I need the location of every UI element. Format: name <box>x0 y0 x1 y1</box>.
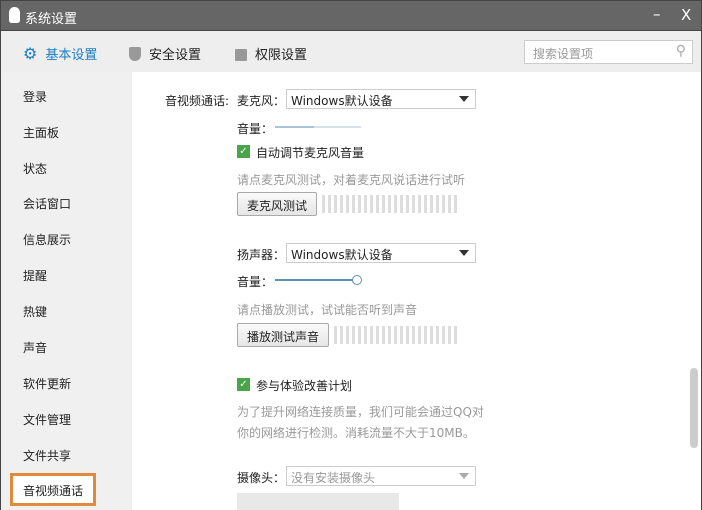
mic-select[interactable]: Windows默认设备 <box>286 89 476 109</box>
mic-volume-label: 音量： <box>237 122 274 136</box>
shield-icon <box>129 46 141 61</box>
window-title: 系统设置 <box>25 12 78 27</box>
search-icon[interactable]: ⚲ <box>676 43 686 59</box>
section-label: 音视频通话: <box>165 94 230 108</box>
tab-label: 安全设置 <box>149 48 202 63</box>
close-button[interactable]: X <box>681 6 691 24</box>
camera-label: 摄像头： <box>237 471 286 485</box>
tab-permission-settings[interactable]: 权限设置 <box>235 44 307 63</box>
speaker-test-button[interactable]: 播放测试声音 <box>237 323 330 347</box>
chevron-down-icon <box>459 473 469 479</box>
scrollbar-thumb[interactable] <box>690 368 698 448</box>
mic-test-button[interactable]: 麦克风测试 <box>237 192 318 216</box>
mic-volume-slider[interactable] <box>275 126 361 128</box>
sidebar-item-reminder[interactable]: 提醒 <box>23 267 47 284</box>
improve-desc-line1: 为了提升网络连接质量，我们可能会通过QQ对 <box>237 405 484 419</box>
tab-basic-settings[interactable]: ⚙ 基本设置 <box>23 44 97 63</box>
slider-handle[interactable] <box>352 275 362 285</box>
sidebar-item-main-panel[interactable]: 主面板 <box>23 124 59 141</box>
qq-penguin-icon <box>9 7 20 23</box>
sidebar-item-software-update[interactable]: 软件更新 <box>23 375 71 392</box>
tab-security-settings[interactable]: 安全设置 <box>129 44 201 63</box>
speaker-label: 扬声器： <box>237 248 286 262</box>
tab-label: 权限设置 <box>255 48 308 63</box>
camera-preview <box>237 493 399 510</box>
sidebar-item-file-sharing[interactable]: 文件共享 <box>23 447 71 464</box>
speaker-value: Windows默认设备 <box>291 248 393 262</box>
sidebar-item-login[interactable]: 登录 <box>23 88 47 105</box>
camera-select[interactable]: 没有安装摄像头 <box>286 466 476 486</box>
sidebar-item-info-display[interactable]: 信息展示 <box>23 231 71 248</box>
improve-plan-checkbox[interactable]: ✓ <box>237 378 250 391</box>
title-bar: 系统设置 – X <box>0 0 702 31</box>
chevron-down-icon <box>459 250 469 256</box>
sidebar-item-chat-window[interactable]: 会话窗口 <box>23 195 71 212</box>
mic-label: 麦克风： <box>237 94 286 108</box>
speaker-level-meter <box>334 326 460 344</box>
chevron-down-icon <box>459 96 469 102</box>
tab-label: 基本设置 <box>45 48 98 63</box>
speaker-hint: 请点播放测试，试试能否听到声音 <box>237 303 418 317</box>
improve-plan-label: 参与体验改善计划 <box>256 379 353 393</box>
mic-hint: 请点麦克风测试，对着麦克风说话进行试听 <box>237 173 466 187</box>
toolbar: ⚙ 基本设置 安全设置 权限设置 搜索设置项 ⚲ <box>0 31 702 72</box>
sidebar-item-hotkey[interactable]: 热键 <box>23 303 47 320</box>
mic-value: Windows默认设备 <box>291 94 393 108</box>
search-input[interactable]: 搜索设置项 ⚲ <box>524 40 693 64</box>
lock-icon <box>235 49 247 61</box>
minimize-button[interactable]: – <box>653 5 661 23</box>
mic-level-meter <box>322 195 460 213</box>
sidebar-item-status[interactable]: 状态 <box>23 160 47 177</box>
auto-adjust-checkbox[interactable]: ✓ <box>237 145 250 158</box>
gear-icon: ⚙ <box>23 44 38 63</box>
improve-desc-line2: 你的网络进行检测。消耗流量不大于10MB。 <box>237 426 475 440</box>
sidebar: 登录 主面板 状态 会话窗口 信息展示 提醒 热键 声音 软件更新 文件管理 文… <box>0 72 132 510</box>
camera-value: 没有安装摄像头 <box>291 471 376 485</box>
sidebar-item-sound[interactable]: 声音 <box>23 339 47 356</box>
sidebar-item-file-management[interactable]: 文件管理 <box>23 411 71 428</box>
auto-adjust-label: 自动调节麦克风音量 <box>256 146 365 160</box>
speaker-select[interactable]: Windows默认设备 <box>286 243 476 263</box>
search-placeholder: 搜索设置项 <box>533 47 594 61</box>
sidebar-item-av-call[interactable]: 音视频通话 <box>10 473 96 506</box>
speaker-volume-slider[interactable] <box>275 279 355 281</box>
speaker-volume-label: 音量： <box>237 275 274 289</box>
